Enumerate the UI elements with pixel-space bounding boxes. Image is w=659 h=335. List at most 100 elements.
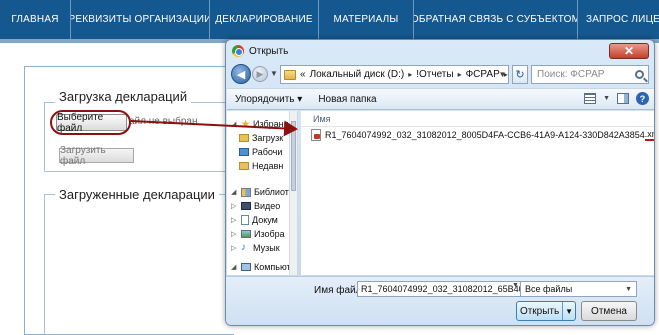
open-button[interactable]: Открыть ▼ xyxy=(516,301,576,321)
chrome-icon xyxy=(232,45,244,57)
organize-menu[interactable]: Упорядочить ▾ xyxy=(227,94,310,105)
scrollbar-thumb[interactable] xyxy=(291,121,296,191)
nav-item-declaring[interactable]: ДЕКЛАРИРОВАНИЕ xyxy=(210,0,319,39)
nav-video-label: Видео xyxy=(254,201,281,211)
recent-places-icon xyxy=(239,162,249,170)
back-arrow-icon[interactable]: ◀ xyxy=(231,64,251,84)
nav-documents-label: Докум xyxy=(252,215,278,225)
desktop-icon xyxy=(239,148,249,156)
search-icon xyxy=(635,70,644,79)
file-list-item[interactable]: R1_7604074992_032_31082012_8005D4FA-CCB6… xyxy=(311,128,654,142)
recent-locations-dropdown-icon[interactable]: ▼ xyxy=(270,69,278,78)
path-separator-icon: ▸ xyxy=(457,70,462,79)
video-icon xyxy=(241,202,251,210)
new-folder-button[interactable]: Новая папка xyxy=(310,94,384,105)
address-row: ◀ ▶ ▼ « Локальный диск (D:) ▸ !Отчеты ▸ … xyxy=(231,64,649,86)
documents-icon xyxy=(241,215,249,225)
star-icon xyxy=(241,119,250,128)
nav-downloads[interactable]: Загрузк xyxy=(239,133,283,143)
view-options-icon[interactable] xyxy=(584,93,597,104)
expand-arrow-icon[interactable]: ▷ xyxy=(231,202,238,210)
expand-arrow-icon[interactable]: ▷ xyxy=(231,216,238,224)
nav-music-label: Музык xyxy=(253,243,280,253)
nav-recent[interactable]: Недавн xyxy=(239,161,283,171)
nav-item-home[interactable]: ГЛАВНАЯ xyxy=(0,0,71,39)
filename-dropdown-icon[interactable]: ▼ xyxy=(512,282,519,289)
nav-item-org-details[interactable]: РЕКВИЗИТЫ ОРГАНИЗАЦИИ xyxy=(71,0,210,39)
help-icon[interactable]: ? xyxy=(636,92,649,105)
dialog-toolbar: Упорядочить ▾ Новая папка ▼ ? xyxy=(227,88,654,110)
file-name-main: R1_7604074992_032_31082012_8005D4FA-CCB6… xyxy=(325,130,645,140)
nav-computer[interactable]: ◢ Компьют xyxy=(231,262,291,272)
path-segment-drive[interactable]: Локальный диск (D:) xyxy=(310,69,405,80)
file-type-select[interactable]: Все файлы ▼ xyxy=(520,281,637,297)
nav-computer-label: Компьют xyxy=(254,262,291,272)
nav-libraries-label: Библиоте xyxy=(254,187,294,197)
address-bar[interactable]: « Локальный диск (D:) ▸ !Отчеты ▸ ФСРАР … xyxy=(280,65,509,84)
file-open-dialog: Открыть ✕ ◀ ▶ ▼ « Локальный диск (D:) ▸ … xyxy=(225,39,655,326)
file-list: Имя R1_7604074992_032_31082012_8005D4FA-… xyxy=(301,111,654,275)
nav-desktop[interactable]: Рабочи xyxy=(239,147,282,157)
refresh-icon[interactable]: ↻ xyxy=(512,65,528,84)
dialog-title: Открыть xyxy=(249,45,289,57)
navpane-scrollbar[interactable] xyxy=(289,111,297,275)
forward-arrow-icon[interactable]: ▶ xyxy=(252,66,268,82)
upload-section-title: Загрузка деклараций xyxy=(55,89,192,104)
music-icon: ♪ xyxy=(241,242,246,253)
top-navigation: ГЛАВНАЯ РЕКВИЗИТЫ ОРГАНИЗАЦИИ ДЕКЛАРИРОВ… xyxy=(0,0,659,39)
toolbar-right: ▼ ? xyxy=(584,92,649,105)
nav-desktop-label: Рабочи xyxy=(252,147,283,157)
expand-arrow-icon[interactable]: ▷ xyxy=(231,230,238,238)
address-dropdown-icon[interactable]: ▼ xyxy=(497,66,508,82)
path-segment-fsrar[interactable]: ФСРАР xyxy=(466,69,500,80)
path-segment-reports[interactable]: !Отчеты xyxy=(416,69,453,80)
downloads-folder-icon xyxy=(239,134,249,142)
file-extension-highlight: .xml.sig.zip.enc xyxy=(644,129,654,141)
folder-icon xyxy=(284,69,296,80)
column-header-name[interactable]: Имя xyxy=(301,111,654,127)
nav-recent-label: Недавн xyxy=(252,161,284,171)
libraries-icon xyxy=(241,187,251,197)
file-type-value: Все файлы xyxy=(525,284,573,294)
preview-pane-icon[interactable] xyxy=(617,93,629,104)
search-placeholder: Поиск: ФСРАР xyxy=(537,69,605,80)
nav-pictures[interactable]: ▷ Изобра xyxy=(231,229,285,239)
nav-favorites-label: Избранн xyxy=(253,119,289,129)
expand-arrow-icon[interactable]: ▷ xyxy=(231,244,238,252)
view-dropdown-icon[interactable]: ▼ xyxy=(603,95,610,102)
close-icon[interactable]: ✕ xyxy=(609,43,649,59)
filename-input[interactable]: R1_7604074992_032_31082012_65B40957- xyxy=(357,281,521,297)
nav-video[interactable]: ▷ Видео xyxy=(231,201,280,211)
cancel-button[interactable]: Отмена xyxy=(581,301,637,321)
upload-file-button[interactable]: Загрузить файл xyxy=(59,145,134,167)
nav-item-feedback[interactable]: ОБРАТНАЯ СВЯЗЬ С СУБЪЕКТОМ xyxy=(414,0,578,39)
column-name-label: Имя xyxy=(313,113,331,124)
computer-icon xyxy=(241,263,251,271)
open-button-label: Открыть xyxy=(519,305,560,317)
nav-item-license-request[interactable]: ЗАПРОС ЛИЦЕ xyxy=(578,0,659,39)
no-file-selected-text: айл не выбран xyxy=(129,116,198,127)
nav-libraries[interactable]: ◢ Библиоте xyxy=(231,187,294,197)
path-prefix: « xyxy=(300,69,306,80)
open-options-dropdown-icon[interactable]: ▼ xyxy=(562,302,575,320)
nav-favorites[interactable]: ◢ Избранн xyxy=(231,119,289,129)
collapse-arrow-icon[interactable]: ◢ xyxy=(231,120,238,128)
dialog-footer: Имя файла: R1_7604074992_032_31082012_65… xyxy=(226,276,654,325)
loaded-declarations-fieldset xyxy=(44,194,234,335)
nav-pictures-label: Изобра xyxy=(254,229,285,239)
collapse-arrow-icon[interactable]: ◢ xyxy=(231,188,238,196)
nav-downloads-label: Загрузк xyxy=(252,133,284,143)
nav-item-materials[interactable]: МАТЕРИАЛЫ xyxy=(319,0,414,39)
annotation-oval xyxy=(50,110,131,135)
dialog-titlebar: Открыть xyxy=(232,45,288,57)
archive-file-icon xyxy=(311,129,321,141)
pictures-icon xyxy=(241,230,251,238)
search-input[interactable]: Поиск: ФСРАР xyxy=(531,65,649,84)
path-separator-icon: ▸ xyxy=(408,70,413,79)
nav-documents[interactable]: ▷ Докум xyxy=(231,215,278,225)
loaded-section-title: Загруженные декларации xyxy=(55,187,219,202)
nav-music[interactable]: ▷ ♪ Музык xyxy=(231,242,280,254)
collapse-arrow-icon[interactable]: ◢ xyxy=(231,263,238,271)
navigation-pane: ◢ Избранн Загрузк Рабочи Недавн ◢ Библио… xyxy=(227,111,298,275)
chevron-down-icon: ▼ xyxy=(625,285,632,293)
